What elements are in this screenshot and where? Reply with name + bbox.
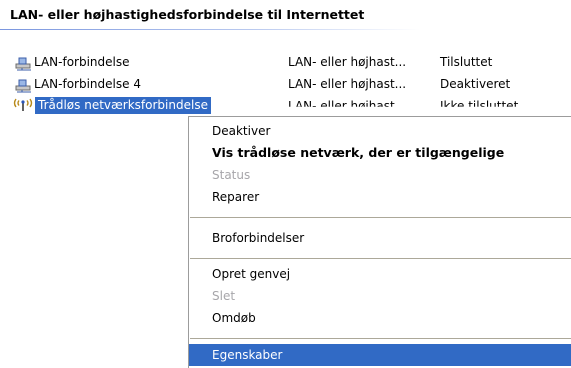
wireless-connection-icon (12, 96, 33, 112)
connection-status: Ikke tilsluttet (440, 99, 519, 113)
menu-item-broforbindelser[interactable]: Broforbindelser (189, 227, 571, 249)
connection-type: LAN- eller højhast... (288, 77, 407, 91)
connection-status: Deaktiveret (440, 77, 511, 91)
connection-item-wireless[interactable]: Trådløs netværksforbindelse LAN- eller h… (0, 96, 571, 116)
connection-type: LAN- eller højhast... (288, 99, 407, 113)
menu-separator (190, 338, 571, 339)
menu-item-omdob[interactable]: Omdøb (189, 307, 571, 329)
connection-status: Tilsluttet (440, 55, 493, 69)
menu-item-deaktiver[interactable]: Deaktiver (189, 120, 571, 142)
menu-item-egenskaber[interactable]: Egenskaber (189, 344, 571, 366)
menu-item-slet[interactable]: Slet (189, 285, 571, 307)
menu-item-opret-genvej[interactable]: Opret genvej (189, 263, 571, 285)
context-menu: Deaktiver Vis trådløse netværk, der er t… (188, 116, 571, 368)
menu-item-reparer[interactable]: Reparer (189, 186, 571, 208)
menu-separator (190, 258, 571, 259)
group-header: LAN- eller højhastighedsforbindelse til … (10, 7, 365, 22)
connection-item-lan[interactable]: LAN-forbindelse LAN- eller højhast... Ti… (0, 54, 571, 72)
menu-separator (190, 217, 571, 218)
menu-item-view-wireless-networks[interactable]: Vis trådløse netværk, der er tilgængelig… (189, 142, 571, 164)
connection-type: LAN- eller højhast... (288, 55, 407, 69)
connection-name: Trådløs netværksforbindelse (35, 97, 211, 114)
lan-connection-icon (14, 77, 34, 93)
menu-item-status[interactable]: Status (189, 164, 571, 186)
group-header-rule (0, 29, 420, 30)
connection-item-lan-4[interactable]: LAN-forbindelse 4 LAN- eller højhast... … (0, 76, 571, 94)
lan-connection-icon (14, 55, 34, 71)
connection-name: LAN-forbindelse (34, 55, 130, 69)
connection-name: LAN-forbindelse 4 (34, 77, 141, 91)
